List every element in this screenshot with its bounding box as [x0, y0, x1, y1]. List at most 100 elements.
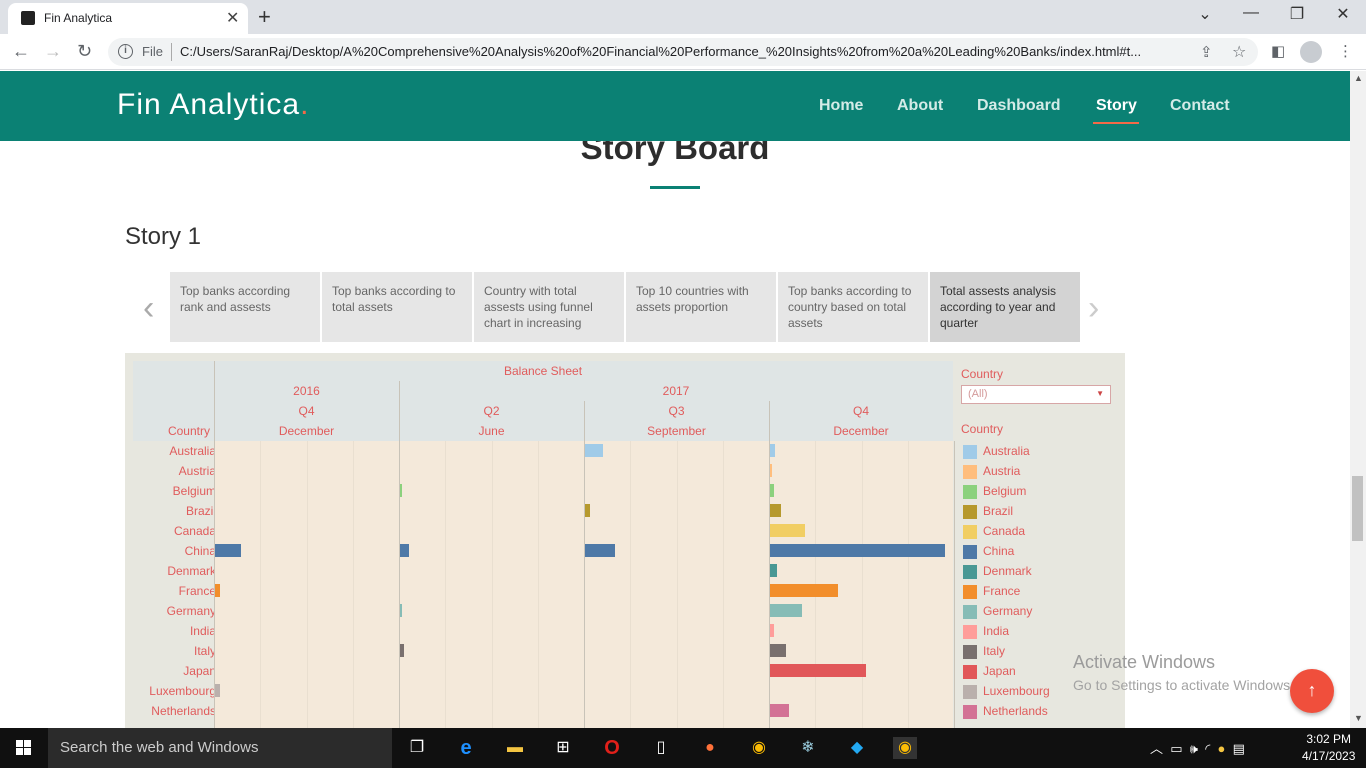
- bar-luxembourg-col1[interactable]: [215, 684, 221, 697]
- story-point-2[interactable]: Top banks according to total assets: [322, 272, 472, 342]
- volume-icon[interactable]: 🕪: [1190, 741, 1198, 756]
- legend-swatch: [963, 545, 977, 559]
- reload-icon[interactable]: ↻: [77, 41, 92, 62]
- bar-belgium-col2[interactable]: [400, 484, 402, 497]
- share-icon[interactable]: ⇪: [1200, 43, 1213, 61]
- dropdown-arrow-icon: ▼: [1096, 389, 1104, 398]
- chrome-icon[interactable]: ◉: [747, 737, 771, 759]
- menu-kebab-icon[interactable]: ⋮: [1338, 42, 1353, 60]
- scroll-to-top-button[interactable]: ↑: [1290, 669, 1334, 713]
- taskbar-search-box[interactable]: Search the web and Windows: [48, 728, 392, 768]
- scrollbar-thumb[interactable]: [1352, 476, 1363, 541]
- row-label-brazil: Brazil: [185, 504, 216, 518]
- nav-story[interactable]: Story: [1096, 97, 1137, 115]
- snowflake-app-icon[interactable]: ❄: [796, 737, 820, 759]
- bar-brazil-col4[interactable]: [770, 504, 781, 517]
- url-text[interactable]: C:/Users/SaranRaj/Desktop/A%20Comprehens…: [180, 44, 1190, 59]
- tab-title: Fin Analytica: [44, 11, 113, 25]
- info-icon[interactable]: i: [118, 44, 133, 59]
- story-point-3[interactable]: Country with total assests using funnel …: [474, 272, 624, 342]
- browser-toolbar: ← → ↻ i File C:/Users/SaranRaj/Desktop/A…: [0, 34, 1366, 70]
- bar-china-col2[interactable]: [400, 544, 409, 557]
- bar-france-col4[interactable]: [770, 584, 839, 597]
- system-clock[interactable]: 3:02 PM 4/17/2023: [1302, 731, 1355, 765]
- bar-france-col1[interactable]: [215, 584, 221, 597]
- notepad-icon[interactable]: ▯: [649, 737, 673, 759]
- bar-india-col4[interactable]: [770, 624, 774, 637]
- file-explorer-icon[interactable]: ▬: [503, 737, 527, 759]
- bar-austria-col4[interactable]: [770, 464, 772, 477]
- bar-china-col3[interactable]: [585, 544, 615, 557]
- bar-australia-col3[interactable]: [585, 444, 603, 457]
- bar-china-col4[interactable]: [770, 544, 945, 557]
- country-filter-dropdown[interactable]: (All) ▼: [961, 385, 1111, 404]
- story-next-arrow-icon[interactable]: ›: [1088, 289, 1099, 328]
- close-tab-icon[interactable]: ✕: [226, 8, 239, 28]
- address-bar[interactable]: i File C:/Users/SaranRaj/Desktop/A%20Com…: [108, 38, 1258, 66]
- nav-about[interactable]: About: [897, 97, 943, 115]
- row-label-france: France: [178, 584, 216, 598]
- divider: [399, 381, 400, 441]
- story-point-4[interactable]: Top 10 countries with assets proportion: [626, 272, 776, 342]
- profile-avatar[interactable]: [1300, 41, 1322, 63]
- bar-germany-col4[interactable]: [770, 604, 802, 617]
- bar-germany-col2[interactable]: [400, 604, 402, 617]
- bar-canada-col4[interactable]: [770, 524, 805, 537]
- new-tab-button[interactable]: +: [258, 4, 271, 30]
- minimize-button[interactable]: —: [1228, 4, 1274, 22]
- bar-australia-col4[interactable]: [770, 444, 776, 457]
- browser-tab[interactable]: Fin Analytica ✕: [8, 3, 248, 34]
- row-label-netherlands: Netherlands: [151, 704, 216, 718]
- story-point-6[interactable]: Total assests analysis according to year…: [930, 272, 1080, 342]
- vscode-icon[interactable]: ◆: [845, 737, 869, 759]
- windows-start-icon[interactable]: [16, 740, 32, 756]
- legend-swatch: [963, 645, 977, 659]
- page-scrollbar[interactable]: ▲ ▼: [1350, 71, 1366, 728]
- scroll-up-icon[interactable]: ▲: [1354, 73, 1363, 83]
- tray-chevron-icon[interactable]: ︿: [1150, 741, 1163, 756]
- store-icon[interactable]: ⊞: [551, 737, 575, 759]
- story-prev-arrow-icon[interactable]: ‹: [143, 289, 154, 328]
- wifi-icon[interactable]: ◜: [1205, 741, 1210, 756]
- tab-search-button[interactable]: ⌄: [1182, 4, 1228, 24]
- back-icon[interactable]: ←: [12, 41, 30, 62]
- gridline: [491, 441, 493, 728]
- bar-japan-col4[interactable]: [770, 664, 867, 677]
- close-window-button[interactable]: ✕: [1320, 4, 1366, 24]
- favicon-icon: [21, 11, 35, 25]
- story-heading: Story 1: [125, 223, 202, 250]
- tableau-viz[interactable]: Balance Sheet 2016 2017 Q4 Q2 Q3 Q4 Dece…: [125, 353, 1125, 728]
- nav-dashboard[interactable]: Dashboard: [977, 97, 1061, 115]
- restore-button[interactable]: ❐: [1274, 4, 1320, 24]
- edge-browser-icon[interactable]: e: [454, 737, 478, 759]
- legend-swatch: [963, 605, 977, 619]
- notifications-icon[interactable]: ▤: [1233, 741, 1245, 756]
- nav-contact[interactable]: Contact: [1170, 97, 1230, 115]
- bar-china-col1[interactable]: [215, 544, 242, 557]
- legend-label: China: [983, 544, 1015, 558]
- bar-italy-col4[interactable]: [770, 644, 786, 657]
- chrome-active-icon[interactable]: ◉: [893, 737, 917, 759]
- scroll-down-icon[interactable]: ▼: [1354, 713, 1363, 723]
- bar-belgium-col4[interactable]: [770, 484, 774, 497]
- legend-swatch: [963, 565, 977, 579]
- side-panel-icon[interactable]: ◧: [1271, 42, 1285, 60]
- bookmark-star-icon[interactable]: ☆: [1232, 42, 1246, 62]
- site-logo[interactable]: Fin Analytica.: [117, 88, 309, 122]
- legend-label: Japan: [983, 664, 1016, 678]
- opera-icon[interactable]: O: [600, 737, 624, 759]
- nav-home[interactable]: Home: [819, 97, 863, 115]
- bar-brazil-col3[interactable]: [585, 504, 591, 517]
- chart-plot-area[interactable]: [214, 441, 955, 728]
- firefox-icon[interactable]: ●: [698, 737, 722, 759]
- app-tray-icon[interactable]: ●: [1218, 741, 1226, 756]
- battery-icon[interactable]: ▭: [1170, 741, 1182, 756]
- bar-denmark-col4[interactable]: [770, 564, 777, 577]
- bar-italy-col2[interactable]: [400, 644, 404, 657]
- story-point-1[interactable]: Top banks according rank and assests: [170, 272, 320, 342]
- bar-netherlands-col4[interactable]: [770, 704, 790, 717]
- story-point-5[interactable]: Top banks according to country based on …: [778, 272, 928, 342]
- system-tray[interactable]: ︿ ▭ 🕪 ◜ ● ▤: [1150, 738, 1245, 757]
- task-view-icon[interactable]: ❐: [405, 737, 429, 759]
- forward-icon[interactable]: →: [44, 41, 62, 62]
